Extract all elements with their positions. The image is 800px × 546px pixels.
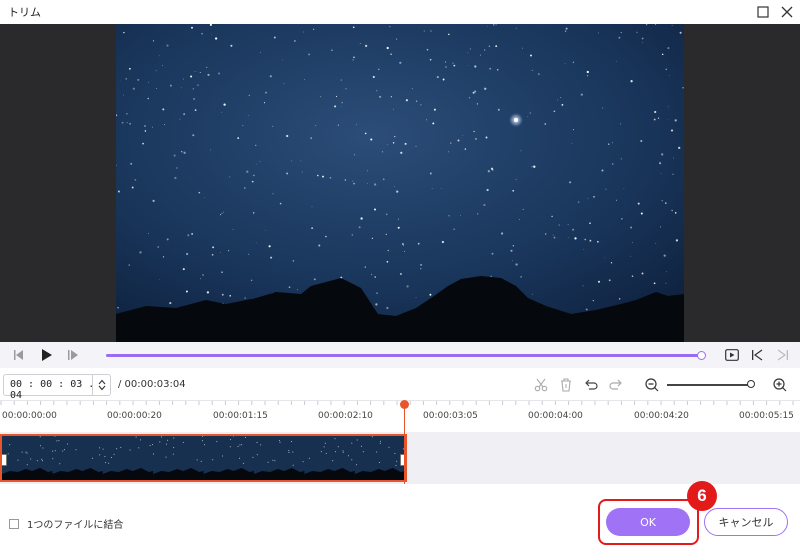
clip-thumbnails xyxy=(2,436,405,480)
merge-label: 1つのファイルに結合 xyxy=(27,520,124,531)
window-title: トリム xyxy=(8,6,41,19)
next-frame-button[interactable] xyxy=(64,346,82,364)
ruler-label: 00:00:05:15 xyxy=(739,411,794,421)
mark-out-icon xyxy=(777,349,788,361)
ruler-label: 00:00:00:20 xyxy=(107,411,162,421)
time-toolbar: 00 : 00 : 03 . 04 / 00:00:03:04 xyxy=(0,371,800,401)
undo-button[interactable] xyxy=(581,375,601,395)
ruler-label: 00:00:00:00 xyxy=(2,411,57,421)
zoom-out-button[interactable] xyxy=(642,375,662,395)
zoom-slider-handle[interactable] xyxy=(747,380,755,388)
time-stepper[interactable] xyxy=(92,375,110,395)
trim-start-handle[interactable] xyxy=(2,454,7,466)
playback-progress[interactable] xyxy=(106,354,702,357)
total-duration: / 00:00:03:04 xyxy=(118,379,186,390)
trim-dialog: トリム 00: 00: 03 . 04 / 00:00:03:04 00:0… xyxy=(0,0,800,546)
zoom-in-icon xyxy=(773,378,787,392)
zoom-slider[interactable] xyxy=(667,384,751,386)
split-button[interactable] xyxy=(531,375,551,395)
playback-progress-handle[interactable] xyxy=(697,351,706,360)
zoom-out-icon xyxy=(645,378,659,392)
maximize-button[interactable] xyxy=(752,2,774,22)
play-icon xyxy=(42,349,52,361)
ruler-label: 00:00:04:20 xyxy=(634,411,689,421)
play-button[interactable] xyxy=(38,346,56,364)
preview-clip-icon xyxy=(725,349,739,361)
ruler-label: 00:00:01:15 xyxy=(213,411,268,421)
redo-icon xyxy=(609,379,622,390)
chevron-down-icon[interactable] xyxy=(98,385,106,391)
cancel-button[interactable]: キャンセル xyxy=(704,508,788,536)
merge-option[interactable]: 1つのファイルに結合 xyxy=(9,516,123,531)
current-time-input[interactable]: 00 : 00 : 03 . 04 xyxy=(3,374,111,401)
ruler-label: 00:00:02:10 xyxy=(318,411,373,421)
ruler-label: 00:00:04:00 xyxy=(528,411,583,421)
night-sky-image xyxy=(116,24,684,342)
mark-in-button[interactable] xyxy=(748,346,766,364)
merge-checkbox[interactable] xyxy=(9,518,19,529)
ok-button[interactable]: OK xyxy=(606,508,690,536)
preview-area xyxy=(0,24,800,342)
video-clip[interactable] xyxy=(0,434,407,482)
mark-out-button[interactable] xyxy=(774,346,792,364)
undo-icon xyxy=(585,379,598,390)
step-number-badge: 6 xyxy=(687,481,717,511)
preview-clip-button[interactable] xyxy=(723,346,741,364)
prev-frame-icon xyxy=(14,350,23,360)
scissors-icon xyxy=(534,378,548,392)
next-frame-icon xyxy=(68,350,78,360)
close-button[interactable] xyxy=(776,2,798,22)
zoom-in-button[interactable] xyxy=(770,375,790,395)
close-icon xyxy=(781,6,793,18)
title-bar: トリム xyxy=(0,0,800,24)
timeline-track xyxy=(0,432,800,484)
mark-in-icon xyxy=(752,349,763,361)
maximize-icon xyxy=(757,6,769,18)
delete-icon xyxy=(561,378,571,392)
player-controls xyxy=(0,342,800,368)
playhead[interactable] xyxy=(404,404,405,484)
delete-button[interactable] xyxy=(556,375,576,395)
ruler-label: 00:00:03:05 xyxy=(423,411,478,421)
prev-frame-button[interactable] xyxy=(10,346,28,364)
redo-button[interactable] xyxy=(606,375,626,395)
video-frame xyxy=(116,24,684,342)
playhead-handle[interactable] xyxy=(400,400,409,409)
trim-end-handle[interactable] xyxy=(400,454,405,466)
